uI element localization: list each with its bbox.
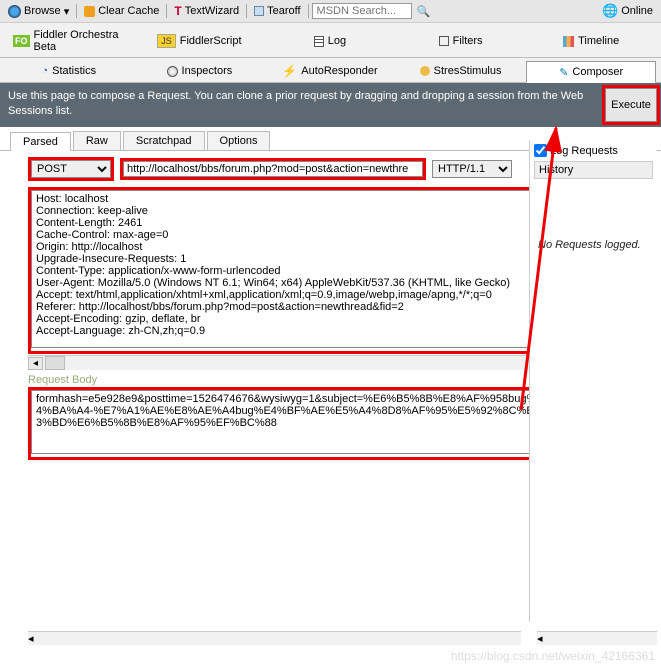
protocol-select[interactable]: HTTP/1.1 (432, 160, 512, 178)
tab-inspectors[interactable]: Inspectors (135, 60, 265, 82)
request-body-label: Request Body (28, 374, 572, 386)
history-bottom-scrollbar[interactable]: ◂ (537, 631, 657, 645)
watermark-text: https://blog.csdn.net/weixin_42166361 (451, 649, 655, 663)
execute-button[interactable]: Execute (605, 88, 657, 122)
diamond-icon (84, 6, 95, 17)
tab-statistics[interactable]: ◔Statistics (4, 60, 134, 82)
stress-icon (420, 66, 430, 76)
tab-composer[interactable]: ✎Composer (526, 61, 656, 83)
scroll-left-icon[interactable]: ◂ (28, 632, 34, 645)
tab-row-2: ◔Statistics Inspectors ⚡AutoResponder St… (0, 58, 661, 83)
tab-stressstimulus[interactable]: StresStimulus (396, 60, 526, 82)
timeline-icon (563, 36, 574, 47)
ie-icon (8, 5, 21, 18)
annotation-arrow (511, 120, 581, 423)
tab-log[interactable]: Log (265, 25, 395, 57)
tearoff-button[interactable]: Tearoff (250, 4, 304, 18)
tab-fiddler-orchestra[interactable]: FOFiddler Orchestra Beta (4, 25, 134, 57)
subtab-parsed[interactable]: Parsed (10, 132, 71, 151)
tab-autoresponder[interactable]: ⚡AutoResponder (265, 60, 395, 82)
subtab-scratchpad[interactable]: Scratchpad (123, 131, 205, 150)
main-bottom-scrollbar[interactable]: ◂ (28, 631, 521, 645)
scroll-left-icon[interactable]: ◂ (537, 632, 543, 645)
tab-filters[interactable]: Filters (396, 25, 526, 57)
scroll-thumb[interactable] (45, 356, 65, 370)
msdn-search-input[interactable] (312, 3, 412, 19)
online-icon: 🌐 (602, 3, 618, 19)
subtab-options[interactable]: Options (207, 131, 271, 150)
clear-cache-button[interactable]: Clear Cache (80, 4, 163, 18)
stats-icon: ◔ (41, 65, 48, 77)
online-button[interactable]: 🌐Online (598, 2, 657, 20)
tearoff-icon (254, 6, 264, 16)
scroll-left-icon[interactable]: ◂ (28, 357, 43, 370)
search-go-icon[interactable]: 🔍 (417, 5, 431, 18)
js-icon: JS (157, 34, 176, 48)
subtab-raw[interactable]: Raw (73, 131, 121, 150)
browser-toolbar: Browse▾ Clear Cache TTextWizard Tearoff … (0, 0, 661, 23)
method-select[interactable]: POST (31, 160, 111, 178)
inspectors-icon (167, 66, 178, 77)
textwizard-button[interactable]: TTextWizard (170, 3, 243, 19)
tab-timeline[interactable]: Timeline (526, 25, 656, 57)
tab-fiddlerscript[interactable]: JSFiddlerScript (135, 25, 265, 57)
browse-button[interactable]: Browse▾ (4, 4, 73, 19)
dropdown-arrow-icon: ▾ (64, 5, 70, 18)
textwizard-icon: T (174, 4, 181, 18)
filters-icon (439, 36, 449, 46)
log-icon (314, 36, 324, 47)
fo-icon: FO (13, 35, 30, 47)
composer-icon: ✎ (559, 66, 568, 79)
url-input[interactable] (123, 161, 423, 177)
autoresponder-icon: ⚡ (282, 64, 297, 78)
tab-row-1: FOFiddler Orchestra Beta JSFiddlerScript… (0, 23, 661, 58)
